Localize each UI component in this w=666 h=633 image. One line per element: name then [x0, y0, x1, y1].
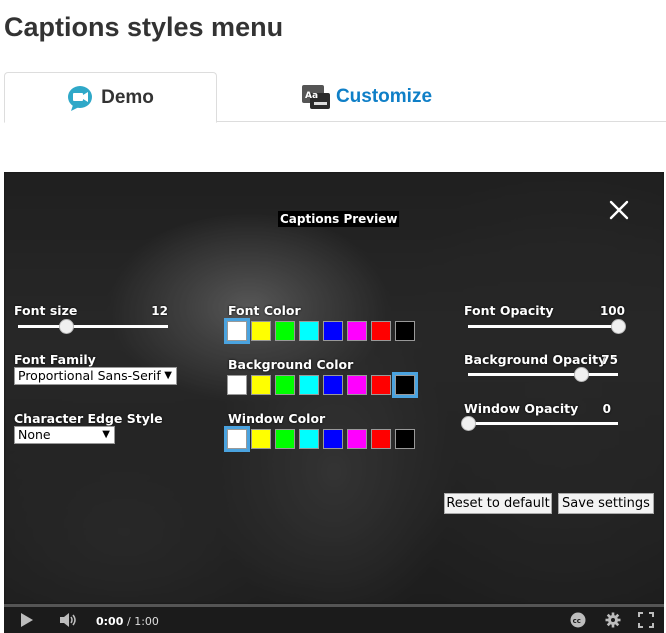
background-opacity-value: 75 [601, 353, 618, 367]
background-opacity-label: Background Opacity [464, 352, 607, 367]
play-icon[interactable] [20, 613, 34, 632]
window-color-swatch[interactable] [224, 426, 250, 452]
window-color-label: Window Color [228, 411, 326, 426]
reset-to-default-button[interactable]: Reset to default [444, 493, 552, 514]
font-color-label: Font Color [228, 303, 301, 318]
progress-bar[interactable] [4, 604, 664, 607]
slider-thumb[interactable] [59, 319, 74, 334]
slider-track [468, 325, 618, 328]
slider-track [468, 422, 618, 425]
font-opacity-value: 100 [599, 304, 625, 318]
dropdown-arrow-icon: ▼ [164, 370, 172, 381]
tab-customize-label: Customize [335, 86, 433, 107]
window-color-swatch[interactable] [323, 429, 343, 449]
font-opacity-slider[interactable] [468, 318, 626, 334]
tab-bar: Demo Aa Customize [4, 72, 666, 123]
background-color-swatch[interactable] [347, 375, 367, 395]
dropdown-arrow-icon: ▼ [102, 429, 110, 440]
fullscreen-icon[interactable] [638, 612, 654, 633]
font-size-label: Font size [14, 303, 78, 318]
background-color-swatches [227, 372, 419, 398]
tab-customize[interactable]: Aa Customize [217, 72, 517, 122]
player-control-bar: 0:00 / 1:00 cc [4, 604, 664, 633]
tab-demo-label: Demo [101, 86, 154, 108]
slider-thumb[interactable] [461, 416, 476, 431]
edge-style-value: None [18, 427, 51, 442]
background-color-swatch[interactable] [299, 375, 319, 395]
background-color-swatch[interactable] [392, 372, 418, 398]
font-family-select[interactable]: Proportional Sans-Serif ▼ [14, 367, 177, 385]
page-title: Captions styles menu [4, 12, 284, 42]
slider-track [468, 373, 618, 376]
font-color-swatch[interactable] [251, 321, 271, 341]
background-color-swatch[interactable] [323, 375, 343, 395]
window-color-swatch[interactable] [275, 429, 295, 449]
font-color-swatch[interactable] [347, 321, 367, 341]
captions-preview: Captions Preview [278, 211, 400, 227]
slider-track [18, 325, 168, 328]
svg-text:Aa: Aa [305, 91, 318, 101]
window-color-swatch[interactable] [251, 429, 271, 449]
closed-captions-icon[interactable]: cc [570, 612, 586, 633]
background-color-swatch[interactable] [275, 375, 295, 395]
font-family-value: Proportional Sans-Serif [18, 368, 161, 383]
edge-style-label: Character Edge Style [14, 411, 163, 426]
current-time: 0:00 [96, 615, 124, 628]
captions-settings-overlay: Captions Preview Font size 12 Font Famil… [4, 172, 664, 604]
font-color-swatch[interactable] [323, 321, 343, 341]
background-color-swatch[interactable] [251, 375, 271, 395]
window-opacity-value: 0 [602, 402, 611, 416]
font-color-swatch[interactable] [224, 318, 250, 344]
close-icon[interactable] [608, 199, 630, 221]
volume-icon[interactable] [60, 613, 78, 632]
font-color-swatch[interactable] [299, 321, 319, 341]
window-opacity-label: Window Opacity [464, 401, 579, 416]
background-color-label: Background Color [228, 357, 354, 372]
font-color-swatch[interactable] [371, 321, 391, 341]
edge-style-select[interactable]: None ▼ [14, 426, 115, 444]
total-time: / 1:00 [127, 615, 159, 628]
window-color-swatch[interactable] [299, 429, 319, 449]
video-chat-icon [67, 85, 95, 111]
font-size-slider[interactable] [18, 318, 168, 334]
tab-demo[interactable]: Demo [4, 72, 217, 123]
background-color-swatch[interactable] [227, 375, 247, 395]
font-opacity-label: Font Opacity [464, 303, 554, 318]
font-family-label: Font Family [14, 352, 96, 367]
window-color-swatch[interactable] [395, 429, 415, 449]
font-color-swatches [224, 318, 419, 344]
video-player: Captions Preview Font size 12 Font Famil… [4, 172, 664, 633]
slider-thumb[interactable] [611, 319, 626, 334]
svg-text:cc: cc [573, 617, 581, 625]
font-color-swatch[interactable] [395, 321, 415, 341]
window-color-swatch[interactable] [347, 429, 367, 449]
window-color-swatch[interactable] [371, 429, 391, 449]
font-size-value: 12 [151, 304, 168, 318]
window-color-swatches [224, 426, 419, 452]
slider-thumb[interactable] [573, 367, 589, 382]
background-color-swatch[interactable] [371, 375, 391, 395]
caption-style-icon: Aa [301, 85, 330, 109]
gear-icon[interactable] [605, 612, 621, 633]
save-settings-button[interactable]: Save settings [558, 493, 654, 514]
background-opacity-slider[interactable] [468, 366, 618, 382]
font-color-swatch[interactable] [275, 321, 295, 341]
window-opacity-slider[interactable] [461, 415, 618, 431]
